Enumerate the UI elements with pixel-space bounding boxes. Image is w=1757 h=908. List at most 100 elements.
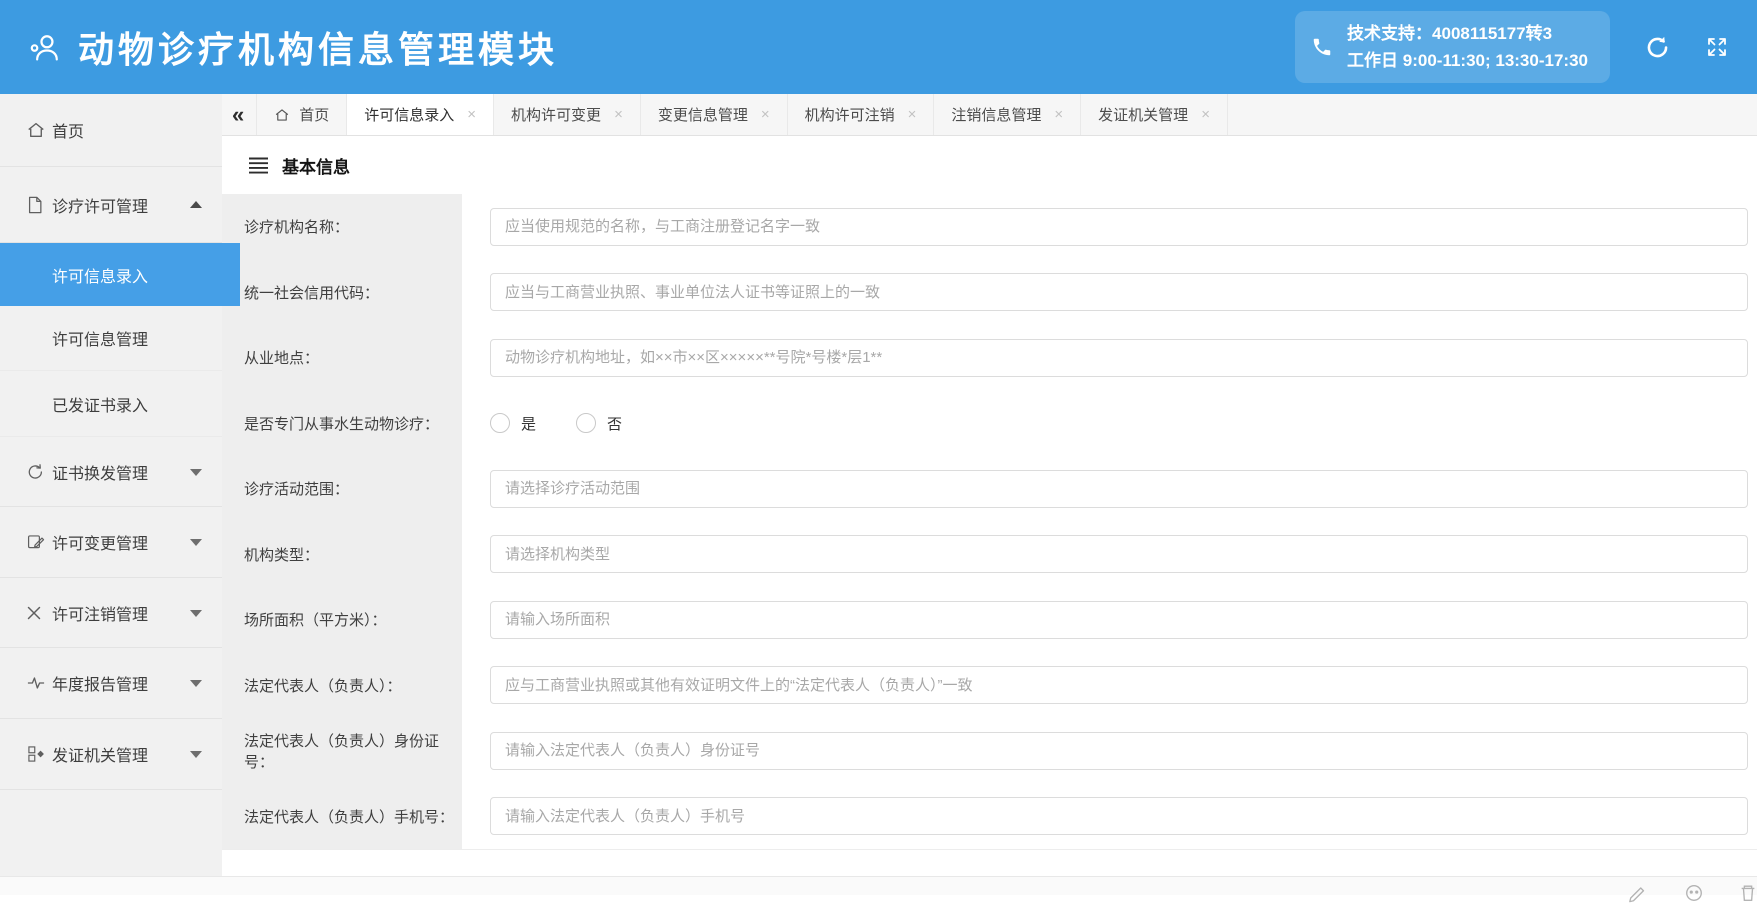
sidebar-group-licence-cancellation[interactable]: 许可注销管理 (0, 578, 222, 648)
radio-label: 是 (521, 415, 537, 433)
home-icon (26, 120, 46, 140)
field-label: 机构类型： (222, 521, 462, 587)
field-label: 法定代表人（负责人）身份证号： (222, 718, 462, 784)
legal-rep-name-input[interactable] (490, 666, 1748, 705)
home-icon (274, 107, 290, 123)
fullscreen-icon[interactable] (1705, 35, 1729, 59)
sidebar-item-label: 许可信息管理 (52, 332, 149, 349)
radio-label: 否 (607, 415, 623, 433)
tab-label: 注销信息管理 (951, 107, 1042, 124)
sidebar-item-licence-info-management[interactable]: 许可信息管理 (0, 306, 222, 371)
tab-label: 发证机关管理 (1098, 107, 1189, 124)
chevron-down-icon (190, 609, 202, 617)
smiley-icon (1684, 883, 1704, 908)
chevron-up-icon (190, 200, 202, 208)
field-label: 法定代表人（负责人）： (222, 652, 462, 718)
field-label: 统一社会信用代码： (222, 259, 462, 325)
close-icon (26, 605, 42, 621)
close-icon[interactable]: × (761, 106, 770, 123)
sidebar-group-treatment-licence[interactable]: 诊疗许可管理 (0, 167, 222, 243)
refresh-icon (26, 462, 45, 481)
grid-icon (26, 744, 46, 764)
radio-aquatic-yes[interactable]: 是 (490, 413, 536, 434)
tab-bar: « 首页 许可信息录入 × 机构许可变更 × 变更信息管理 × 机构许可注销 × (222, 94, 1757, 136)
app-header: 动物诊疗机构信息管理模块 技术支持：4008115177转3 工作日 9:00-… (0, 0, 1757, 94)
tab-home[interactable]: 首页 (256, 94, 348, 135)
tab-cancel-info-management[interactable]: 注销信息管理 × (934, 94, 1082, 135)
sidebar-item-label: 发证机关管理 (52, 748, 149, 765)
institution-type-select[interactable] (490, 535, 1748, 574)
chevron-down-icon (190, 680, 202, 687)
trash-icon (1738, 883, 1757, 908)
close-icon[interactable]: × (467, 106, 476, 123)
pulse-icon (26, 674, 46, 692)
field-label: 法定代表人（负责人）手机号： (222, 783, 462, 849)
chevron-down-icon (190, 751, 202, 758)
tab-issuing-authority-management[interactable]: 发证机关管理 × (1081, 94, 1228, 135)
sidebar-item-label: 许可注销管理 (52, 606, 149, 624)
tab-label: 变更信息管理 (657, 107, 748, 124)
close-icon[interactable]: × (1054, 106, 1063, 123)
sidebar-group-issuing-authority[interactable]: 发证机关管理 (0, 719, 222, 790)
sidebar-group-annual-report[interactable]: 年度报告管理 (0, 648, 222, 719)
close-icon[interactable]: × (908, 106, 917, 123)
edit-note-icon (26, 533, 45, 552)
sidebar-item-home[interactable]: 首页 (0, 94, 222, 167)
sidebar-item-licence-info-entry[interactable]: 许可信息录入 (0, 243, 240, 306)
collapse-tabs-icon[interactable]: « (222, 94, 256, 135)
field-label: 从业地点： (222, 325, 462, 391)
credit-code-input[interactable] (490, 273, 1748, 312)
page-title: 动物诊疗机构信息管理模块 (78, 29, 559, 70)
chevron-down-icon (190, 539, 202, 546)
main-content: « 首页 许可信息录入 × 机构许可变更 × 变更信息管理 × 机构许可注销 × (222, 94, 1757, 877)
section-title: 基本信息 (282, 157, 350, 177)
sidebar-item-label: 证书换发管理 (52, 465, 149, 483)
radio-circle-icon (576, 413, 597, 434)
user-icon (28, 31, 62, 63)
sidebar-item-label: 诊疗许可管理 (52, 198, 149, 216)
support-info: 技术支持：4008115177转3 工作日 9:00-11:30; 13:30-… (1295, 10, 1610, 84)
sidebar-group-licence-change[interactable]: 许可变更管理 (0, 507, 222, 578)
support-line1: 技术支持：4008115177转3 (1347, 23, 1553, 43)
legal-rep-phone-input[interactable] (490, 797, 1748, 836)
radio-circle-icon (490, 413, 510, 434)
document-icon (26, 195, 44, 215)
sidebar-item-label: 首页 (52, 124, 85, 141)
tab-label: 许可信息录入 (364, 107, 455, 124)
sidebar-item-label: 年度报告管理 (52, 677, 149, 694)
pencil-icon (1628, 883, 1648, 908)
tab-change-info-management[interactable]: 变更信息管理 × (641, 94, 788, 135)
section-header: 基本信息 (222, 136, 1757, 194)
tab-label: 机构许可注销 (804, 107, 895, 124)
address-input[interactable] (490, 338, 1748, 377)
area-input[interactable] (490, 600, 1748, 639)
field-label: 是否专门从事水生动物诊疗： (222, 390, 462, 456)
tab-institution-licence-cancel[interactable]: 机构许可注销 × (788, 94, 935, 135)
tab-label: 首页 (299, 107, 330, 124)
field-label: 场所面积（平方米）： (222, 587, 462, 653)
chevron-down-icon (190, 468, 202, 476)
basic-info-form: 诊疗机构名称： 统一社会信用代码： 从业地点： 是否专门从事水生动物诊疗： 是 … (222, 194, 1757, 850)
sidebar-item-label: 许可信息录入 (52, 268, 149, 286)
menu-icon (248, 157, 269, 174)
radio-aquatic-no[interactable]: 否 (576, 413, 622, 434)
close-icon[interactable]: × (614, 106, 623, 123)
sidebar-item-label: 已发证书录入 (52, 397, 149, 415)
tab-institution-licence-change[interactable]: 机构许可变更 × (494, 94, 641, 135)
activity-scope-select[interactable] (490, 469, 1748, 508)
sidebar-group-certificate-renewal[interactable]: 证书换发管理 (0, 437, 222, 507)
tab-licence-info-entry[interactable]: 许可信息录入 × (347, 94, 495, 135)
legal-rep-id-input[interactable] (490, 731, 1748, 770)
support-line2: 工作日 9:00-11:30; 13:30-17:30 (1347, 51, 1588, 70)
field-label: 诊疗活动范围： (222, 456, 462, 522)
sidebar-item-issued-certificate-entry[interactable]: 已发证书录入 (0, 371, 222, 437)
sidebar: 首页 诊疗许可管理 许可信息录入 许可信息管理 已发证书录入 证书换发管理 许可… (0, 94, 240, 877)
field-label: 诊疗机构名称： (222, 194, 462, 260)
close-icon[interactable]: × (1201, 106, 1210, 123)
clinic-name-input[interactable] (490, 207, 1748, 246)
tab-label: 机构许可变更 (511, 107, 602, 124)
bottom-edge-strip (0, 876, 1757, 903)
sidebar-item-label: 许可变更管理 (52, 536, 149, 553)
phone-icon (1311, 36, 1333, 58)
refresh-icon[interactable] (1644, 34, 1671, 61)
